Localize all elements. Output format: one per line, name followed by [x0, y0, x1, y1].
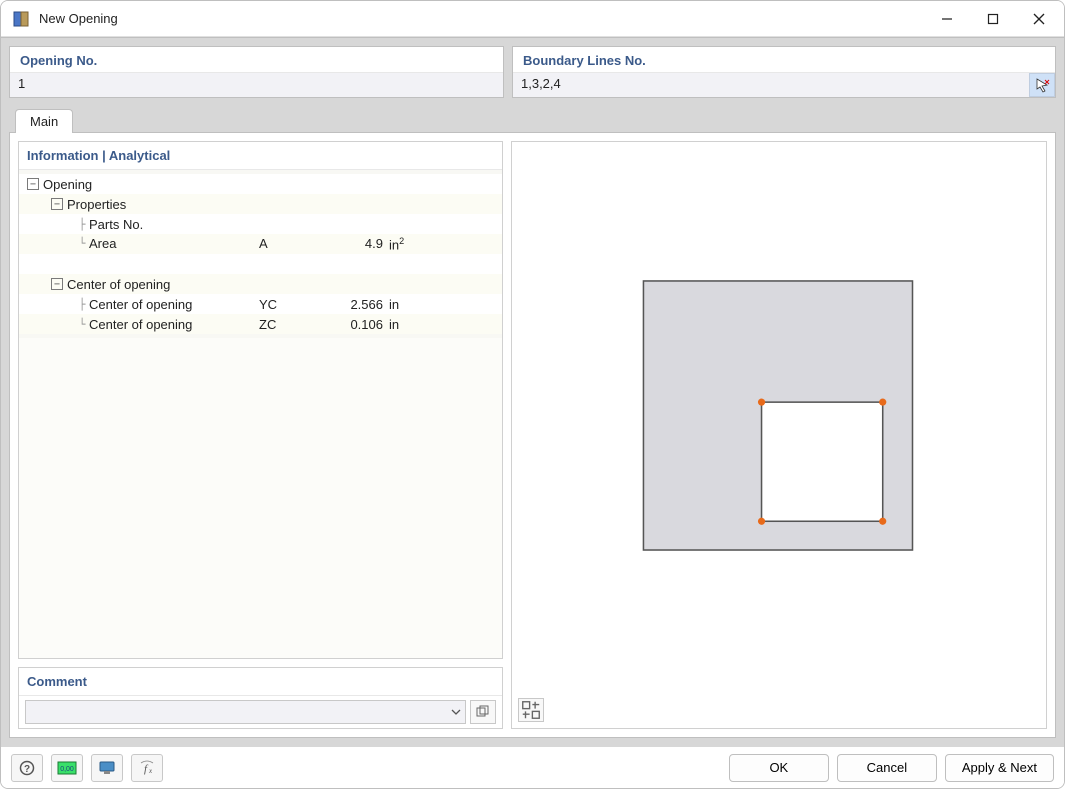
tab-main[interactable]: Main — [15, 109, 73, 133]
comment-panel: Comment — [18, 667, 503, 729]
window-title: New Opening — [39, 11, 924, 26]
preview-settings-button[interactable] — [518, 698, 544, 722]
property-tree: −Opening −Properties ├Parts No. └ Area — [19, 170, 502, 338]
info-header: Information | Analytical — [19, 142, 502, 170]
comment-combo[interactable] — [25, 700, 466, 724]
tree-properties[interactable]: −Properties — [19, 194, 502, 214]
svg-text:x: x — [148, 767, 153, 775]
tab-main-body: Information | Analytical −Opening −Prope… — [9, 132, 1056, 738]
boundary-lines-field[interactable]: 1,3,2,4 — [513, 73, 1029, 97]
collapse-icon[interactable]: − — [51, 278, 63, 290]
tree-center-header[interactable]: −Center of opening — [19, 274, 502, 294]
cancel-button[interactable]: Cancel — [837, 754, 937, 782]
boundary-lines-header: Boundary Lines No. — [513, 47, 1055, 73]
dialog-window: New Opening Opening No. 1 Boundary Lines… — [0, 0, 1065, 789]
boundary-lines-panel: Boundary Lines No. 1,3,2,4 — [512, 46, 1056, 98]
chevron-down-icon — [451, 709, 461, 715]
tree-opening[interactable]: −Opening — [19, 174, 502, 194]
dialog-content: Opening No. 1 Boundary Lines No. 1,3,2,4… — [1, 37, 1064, 746]
info-panel: Information | Analytical −Opening −Prope… — [18, 141, 503, 659]
tabstrip: Main — [9, 106, 1056, 132]
dialog-footer: ? 0,00 fx OK Cancel Apply & Next — [1, 746, 1064, 788]
apply-next-button[interactable]: Apply & Next — [945, 754, 1054, 782]
tree-center-z[interactable]: └ Center of opening ZC 0.106 in — [19, 314, 502, 334]
collapse-icon[interactable]: − — [27, 178, 39, 190]
tree-area[interactable]: └ Area A 4.9 in2 — [19, 234, 502, 254]
maximize-button[interactable] — [970, 2, 1016, 36]
svg-text:?: ? — [24, 764, 30, 775]
ok-button[interactable]: OK — [729, 754, 829, 782]
comment-header: Comment — [19, 668, 502, 696]
pick-lines-button[interactable] — [1029, 73, 1055, 97]
preview-drawing — [512, 142, 1046, 728]
app-icon — [13, 10, 31, 28]
opening-no-header: Opening No. — [10, 47, 503, 73]
titlebar: New Opening — [1, 1, 1064, 37]
preview-pane — [511, 141, 1047, 729]
opening-no-field[interactable]: 1 — [10, 73, 503, 97]
collapse-icon[interactable]: − — [51, 198, 63, 210]
formula-button[interactable]: fx — [131, 754, 163, 782]
tree-spacer — [19, 254, 502, 274]
help-button[interactable]: ? — [11, 754, 43, 782]
comment-library-button[interactable] — [470, 700, 496, 724]
tree-parts-no[interactable]: ├Parts No. — [19, 214, 502, 234]
minimize-button[interactable] — [924, 2, 970, 36]
opening-no-panel: Opening No. 1 — [9, 46, 504, 98]
svg-text:0,00: 0,00 — [60, 766, 74, 773]
tree-center-y[interactable]: ├ Center of opening YC 2.566 in — [19, 294, 502, 314]
units-button[interactable]: 0,00 — [51, 754, 83, 782]
display-button[interactable] — [91, 754, 123, 782]
close-button[interactable] — [1016, 2, 1062, 36]
